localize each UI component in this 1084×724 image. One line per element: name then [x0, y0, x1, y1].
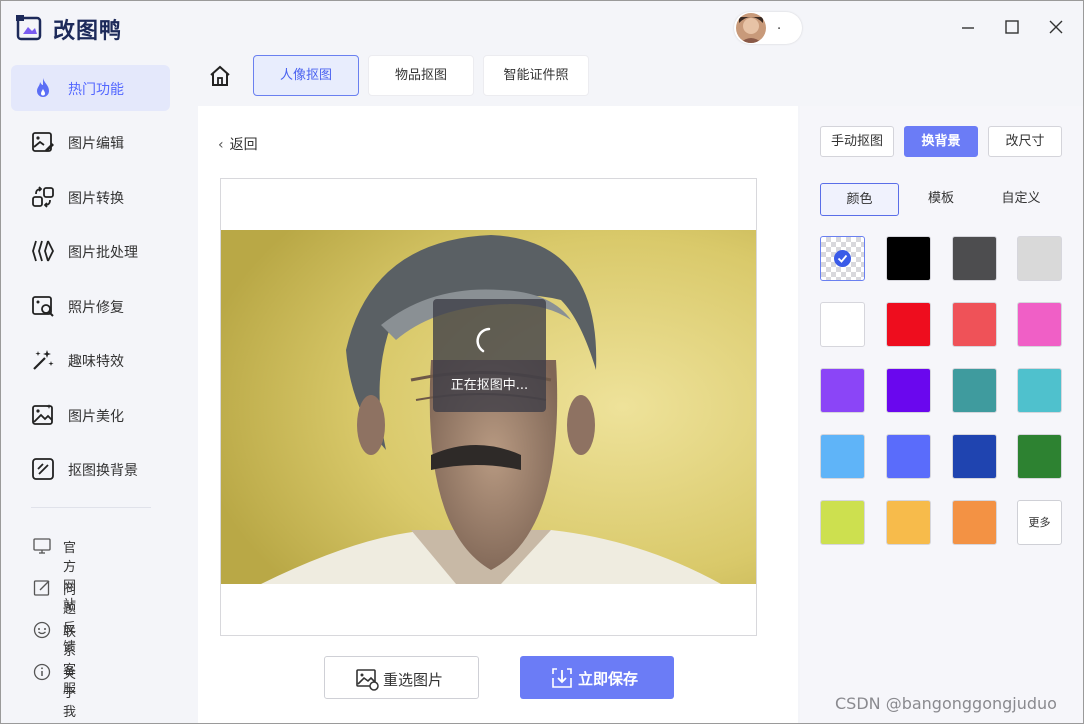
- sidebar-item-photo-repair[interactable]: 照片修复: [11, 283, 170, 329]
- color-swatch[interactable]: [1017, 434, 1062, 479]
- sidebar-item-label: 图片美化: [68, 409, 124, 425]
- maximize-button[interactable]: [1000, 15, 1024, 39]
- sidebar: 热门功能 图片编辑 图片转换 图片批处理 照片修复 趣味特效 图片美化 抠图换背…: [1, 53, 179, 723]
- sidebar-item-label: 照片修复: [68, 300, 124, 316]
- sidebar-item-image-edit[interactable]: 图片编辑: [11, 119, 170, 165]
- image-edit-icon: [32, 132, 54, 152]
- back-label: 返回: [229, 137, 258, 153]
- sidebar-item-fun-effects[interactable]: 趣味特效: [11, 337, 170, 383]
- color-swatch[interactable]: [952, 500, 997, 545]
- magic-wand-icon: [33, 350, 54, 370]
- loading-overlay: 正在抠图中...: [433, 299, 546, 412]
- color-swatch[interactable]: [952, 434, 997, 479]
- change-background-button[interactable]: 换背景: [904, 126, 978, 157]
- feedback-icon: [33, 580, 50, 596]
- manual-cutout-button[interactable]: 手动抠图: [820, 126, 894, 157]
- tab-portrait-cutout[interactable]: 人像抠图: [253, 55, 359, 96]
- close-icon: [1049, 20, 1063, 34]
- info-icon: [33, 663, 51, 681]
- tab-object-cutout[interactable]: 物品抠图: [368, 55, 474, 96]
- save-button[interactable]: 立即保存: [520, 656, 674, 699]
- tab-template[interactable]: 模板: [904, 183, 978, 216]
- app-name: 改图鸭: [53, 19, 123, 44]
- background-panel: 手动抠图 换背景 改尺寸 颜色 模板 自定义 更多: [800, 106, 1083, 723]
- sidebar-item-beautify[interactable]: 图片美化: [11, 392, 170, 438]
- sidebar-item-label: 图片转换: [68, 191, 124, 207]
- color-swatch[interactable]: [952, 302, 997, 347]
- editor-area: ‹ 返回 正在抠图中... 重选图片 立即保存: [198, 106, 798, 723]
- color-swatch[interactable]: [820, 500, 865, 545]
- minimize-button[interactable]: [956, 15, 980, 39]
- save-label: 立即保存: [578, 670, 639, 688]
- user-name: .: [777, 18, 782, 33]
- tab-id-photo[interactable]: 智能证件照: [483, 55, 589, 96]
- photo-repair-icon: [32, 296, 54, 317]
- color-swatch[interactable]: [1017, 236, 1062, 281]
- user-menu[interactable]: .: [734, 12, 802, 44]
- sidebar-divider: [31, 507, 151, 508]
- reselect-image-button[interactable]: 重选图片: [324, 656, 479, 699]
- sidebar-item-cutout[interactable]: 抠图换背景: [11, 446, 170, 492]
- color-swatch[interactable]: [1017, 302, 1062, 347]
- color-swatch[interactable]: [820, 368, 865, 413]
- color-swatch[interactable]: [952, 368, 997, 413]
- flame-icon: [37, 78, 49, 97]
- color-swatch[interactable]: [886, 236, 931, 281]
- chevron-left-icon: ‹: [218, 137, 224, 153]
- color-swatch[interactable]: [820, 434, 865, 479]
- sidebar-item-batch[interactable]: 图片批处理: [11, 228, 170, 274]
- cutout-icon: [32, 458, 54, 480]
- home-icon[interactable]: [208, 64, 232, 88]
- image-reload-icon: [356, 669, 379, 691]
- close-button[interactable]: [1044, 15, 1068, 39]
- watermark: CSDN @bangonggongjuduo: [835, 694, 1057, 713]
- color-swatch[interactable]: [886, 302, 931, 347]
- app-logo-icon: [16, 15, 42, 41]
- sidebar-item-label: 趣味特效: [68, 354, 124, 370]
- color-swatch[interactable]: [820, 302, 865, 347]
- check-icon: [834, 250, 851, 267]
- resize-button[interactable]: 改尺寸: [988, 126, 1062, 157]
- customer-service-icon: [33, 621, 51, 639]
- convert-icon: [32, 186, 54, 208]
- color-swatch[interactable]: [952, 236, 997, 281]
- minimize-icon: [962, 27, 974, 29]
- maximize-icon: [1005, 20, 1019, 34]
- tab-custom[interactable]: 自定义: [988, 183, 1054, 216]
- back-button[interactable]: ‹ 返回: [218, 134, 258, 154]
- app-window: 改图鸭 . 热门功能 图片编辑 图片转换 图片批处理 照片修复 趣味特效 图片美…: [0, 0, 1084, 724]
- title-bar: 改图鸭 .: [1, 1, 1083, 53]
- sidebar-item-hot[interactable]: 热门功能: [11, 65, 170, 111]
- monitor-icon: [33, 538, 51, 554]
- sidebar-item-label: 热门功能: [68, 82, 124, 98]
- loading-spinner-icon: [476, 327, 491, 353]
- swatch-transparent[interactable]: [820, 236, 865, 281]
- sidebar-item-label: 抠图换背景: [68, 463, 138, 479]
- image-canvas[interactable]: 正在抠图中...: [220, 178, 757, 636]
- tab-color[interactable]: 颜色: [820, 183, 899, 216]
- sidebar-item-label: 图片批处理: [68, 245, 138, 261]
- reselect-label: 重选图片: [383, 671, 444, 689]
- sidebar-item-image-convert[interactable]: 图片转换: [11, 174, 170, 220]
- image-beautify-icon: [32, 404, 53, 425]
- avatar[interactable]: [736, 13, 766, 43]
- loading-text: 正在抠图中...: [450, 378, 529, 393]
- more-colors-button[interactable]: 更多: [1017, 500, 1062, 545]
- color-swatch[interactable]: [886, 434, 931, 479]
- sidebar-item-label: 图片编辑: [68, 136, 124, 152]
- color-swatch[interactable]: [886, 368, 931, 413]
- footer-item-label: 关于我们: [63, 667, 77, 720]
- color-swatch[interactable]: [886, 500, 931, 545]
- batch-icon: [32, 240, 55, 262]
- download-icon: [552, 668, 572, 688]
- color-swatch[interactable]: [1017, 368, 1062, 413]
